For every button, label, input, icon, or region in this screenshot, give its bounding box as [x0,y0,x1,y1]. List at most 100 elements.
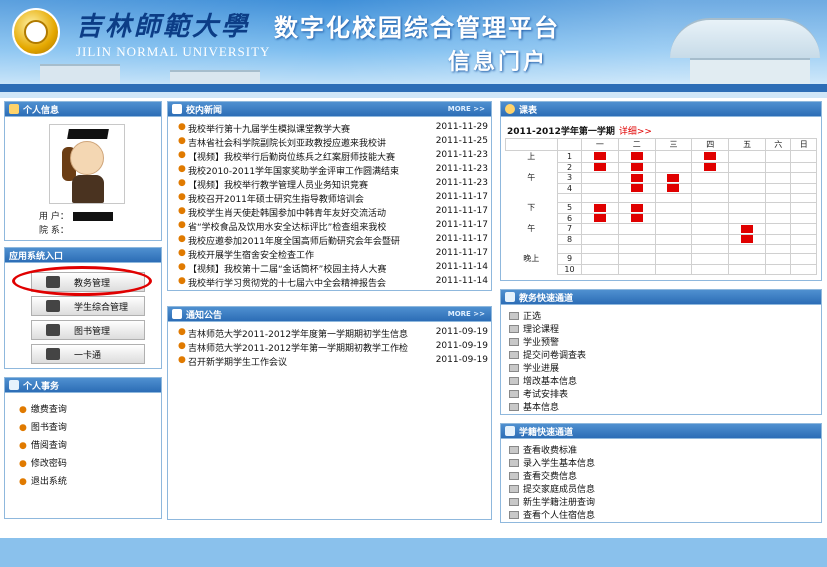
status-quick-link[interactable]: 新生学籍注册查询 [509,495,595,508]
notice-item[interactable]: ● 吉林师范大学2011-2012学年度第一学期期初学生信息 2011-09-19 [178,327,488,340]
schedule-cell[interactable] [691,171,730,184]
schedule-cell[interactable] [581,263,619,275]
status-quick-link[interactable]: 提交家庭成员信息 [509,482,595,495]
academic-quick-link[interactable]: 理论课程 [509,322,559,335]
schedule-cell[interactable] [790,263,817,275]
schedule-cell[interactable] [654,252,693,265]
schedule-cell[interactable] [764,222,792,235]
schedule-cell[interactable] [654,182,693,194]
schedule-cell[interactable] [764,201,792,214]
schedule-cell[interactable] [617,171,656,184]
affair-link-books[interactable]: ● 图书查询 [19,420,67,433]
schedule-cell[interactable] [728,150,766,163]
schedule-cell[interactable] [764,150,792,163]
schedule-cell[interactable] [691,161,730,173]
app-button-student[interactable]: 学生综合管理 [31,296,145,316]
schedule-cell[interactable] [654,171,693,184]
schedule-cell[interactable] [764,263,792,275]
news-item[interactable]: ● 【视频】我校举行教学管理人员业务知识竞赛 2011-11-23 [178,178,488,191]
schedule-cell[interactable] [617,212,656,224]
schedule-cell[interactable] [691,233,730,245]
academic-quick-link[interactable]: 学业进展 [509,361,559,374]
schedule-cell[interactable] [764,192,792,203]
schedule-cell[interactable] [581,222,619,235]
schedule-cell[interactable] [617,252,656,265]
schedule-cell[interactable] [764,182,792,194]
schedule-cell[interactable] [581,171,619,184]
schedule-cell[interactable] [790,252,817,265]
notice-item[interactable]: ● 召开新学期学生工作会议 2011-09-19 [178,355,488,368]
schedule-cell[interactable] [691,243,730,254]
news-item[interactable]: ● 【视频】我校举行后勤岗位练兵之红案厨师技能大赛 2011-11-23 [178,150,488,163]
schedule-cell[interactable] [728,252,766,265]
academic-quick-link[interactable]: 学业预警 [509,335,559,348]
schedule-cell[interactable] [728,212,766,224]
app-button-card[interactable]: 一卡通 [31,344,145,364]
news-item[interactable]: ● 我校2010-2011学年国家奖助学金评审工作圆满结束 2011-11-23 [178,164,488,177]
schedule-cell[interactable] [728,243,766,254]
news-item[interactable]: ● 我校应邀参加2011年度全国高师后勤研究会年会暨研 2011-11-17 [178,234,488,247]
news-item[interactable]: ● 我校开展学生宿舍安全检查工作 2011-11-17 [178,248,488,261]
schedule-cell[interactable] [790,243,817,254]
schedule-cell[interactable] [728,161,766,173]
news-item[interactable]: ● 我校召开2011年硕士研究生指导教师培训会 2011-11-17 [178,192,488,205]
schedule-cell[interactable] [790,182,817,194]
schedule-cell[interactable] [790,150,817,163]
status-quick-link[interactable]: 查看收费标准 [509,443,577,456]
schedule-cell[interactable] [617,150,656,163]
news-item[interactable]: ● 我校举行学习贯彻党的十七届六中全会精神报告会 2011-11-14 [178,276,488,289]
schedule-cell[interactable] [581,161,619,173]
status-quick-link[interactable]: 查看交费信息 [509,469,577,482]
schedule-cell[interactable] [790,212,817,224]
news-item[interactable]: ● 我校学生肖天使赴韩国参加中韩青年友好交流活动 2011-11-17 [178,206,488,219]
schedule-cell[interactable] [691,222,730,235]
app-button-library[interactable]: 图书管理 [31,320,145,340]
schedule-cell[interactable] [728,233,766,245]
schedule-cell[interactable] [654,201,693,214]
schedule-cell[interactable] [764,252,792,265]
news-item[interactable]: ● 【视频】我校第十二届“金话筒杯”校园主持人大赛 2011-11-14 [178,262,488,275]
schedule-cell[interactable] [764,171,792,184]
news-item[interactable]: ● 省“学校食品及饮用水安全达标评比”检查组来我校 2011-11-17 [178,220,488,233]
schedule-cell[interactable] [691,201,730,214]
schedule-cell[interactable] [728,192,766,203]
affair-link-fee[interactable]: ● 缴费查询 [19,402,67,415]
schedule-cell[interactable] [617,161,656,173]
schedule-cell[interactable] [617,182,656,194]
schedule-cell[interactable] [790,192,817,203]
schedule-cell[interactable] [581,150,619,163]
affair-link-password[interactable]: ● 修改密码 [19,456,67,469]
schedule-cell[interactable] [581,182,619,194]
notice-item[interactable]: ● 吉林师范大学2011-2012学年第一学期期初教学工作检 2011-09-19 [178,341,488,354]
schedule-cell[interactable] [654,192,693,203]
schedule-cell[interactable] [790,161,817,173]
schedule-cell[interactable] [654,161,693,173]
schedule-cell[interactable] [654,233,693,245]
news-more-link[interactable]: MORE >> [448,105,485,113]
academic-quick-link[interactable]: 提交问卷调查表 [509,348,586,361]
schedule-cell[interactable] [691,263,730,275]
schedule-cell[interactable] [728,201,766,214]
schedule-cell[interactable] [654,212,693,224]
schedule-cell[interactable] [790,233,817,245]
schedule-detail-link[interactable]: 详细>> [619,127,652,137]
schedule-cell[interactable] [617,201,656,214]
schedule-cell[interactable] [728,263,766,275]
academic-quick-link[interactable]: 基本信息 [509,400,559,413]
schedule-cell[interactable] [617,192,656,203]
schedule-cell[interactable] [764,243,792,254]
academic-quick-link[interactable]: 考试安排表 [509,387,568,400]
schedule-cell[interactable] [764,161,792,173]
schedule-cell[interactable] [654,222,693,235]
academic-quick-link[interactable]: 增改基本信息 [509,374,577,387]
schedule-cell[interactable] [790,171,817,184]
schedule-cell[interactable] [764,233,792,245]
schedule-cell[interactable] [691,182,730,194]
schedule-cell[interactable] [617,222,656,235]
schedule-cell[interactable] [617,263,656,275]
schedule-cell[interactable] [790,201,817,214]
schedule-cell[interactable] [581,201,619,214]
schedule-cell[interactable] [581,233,619,245]
schedule-cell[interactable] [691,212,730,224]
schedule-cell[interactable] [654,150,693,163]
